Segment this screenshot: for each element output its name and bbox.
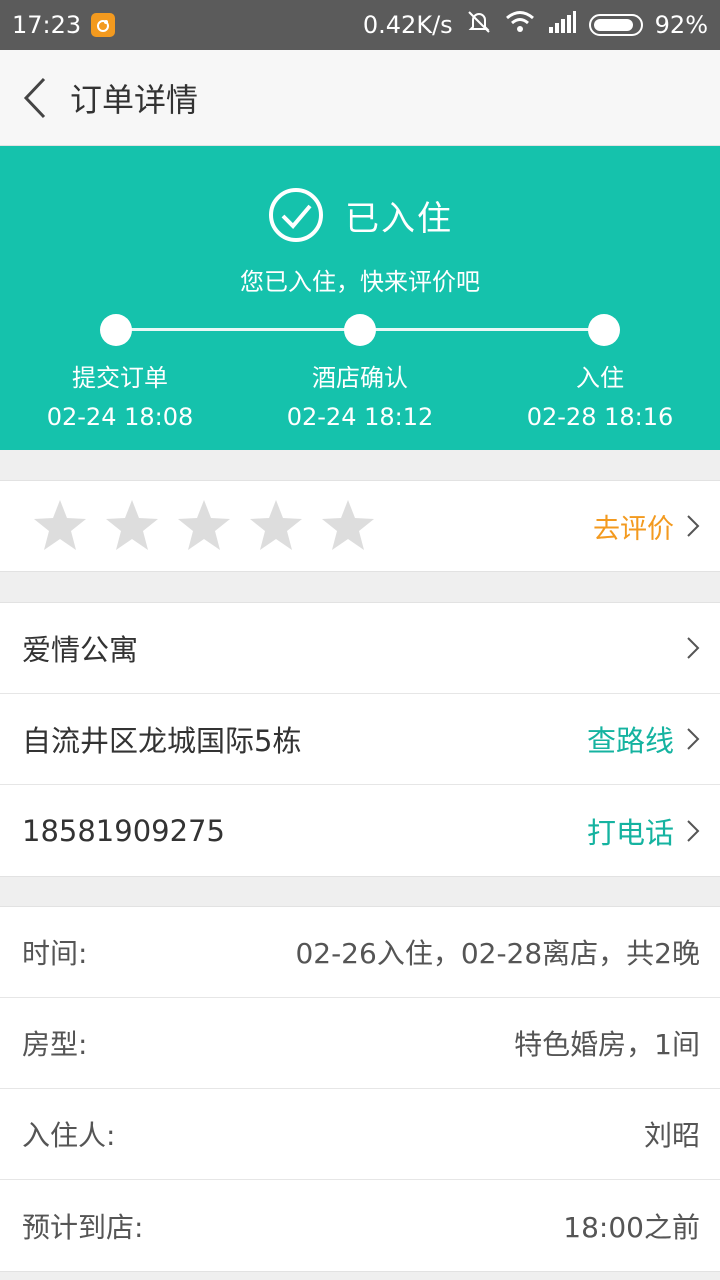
hotel-phone-row[interactable]: 18581909275 打电话 <box>0 785 720 876</box>
step-time: 02-28 18:16 <box>526 403 674 431</box>
status-title: 已入住 <box>345 198 453 239</box>
star-icon[interactable] <box>248 498 304 554</box>
hotel-address: 自流井区龙城国际5栋 <box>22 724 302 758</box>
detail-label: 房型: <box>22 1028 88 1061</box>
timeline-step-checkin: 入住 02-28 18:16 <box>480 358 720 431</box>
header: 订单详情 <box>0 50 720 146</box>
hotel-name: 爱情公寓 <box>22 633 139 667</box>
timeline-step-submit: 提交订单 02-24 18:08 <box>0 358 240 431</box>
page-title: 订单详情 <box>70 80 199 119</box>
battery-icon <box>588 14 643 36</box>
detail-value: 刘昭 <box>643 1119 700 1152</box>
call-link[interactable]: 打电话 <box>587 810 674 852</box>
detail-row-arrival: 预计到店: 18:00之前 <box>0 1180 720 1271</box>
timeline-dot <box>100 314 132 346</box>
step-label: 酒店确认 <box>312 364 408 392</box>
status-bar: 17:23 0.42K/s 92% <box>0 0 720 50</box>
network-speed: 0.42K/s <box>362 11 453 39</box>
step-label: 入住 <box>576 364 624 392</box>
chevron-right-icon <box>687 819 700 842</box>
detail-row-time: 时间: 02-26入住，02-28离店，共2晚 <box>0 907 720 998</box>
signal-icon <box>547 10 577 40</box>
chevron-right-icon <box>687 728 700 750</box>
detail-row-room-type: 房型: 特色婚房，1间 <box>0 998 720 1089</box>
timeline-dot <box>344 314 376 346</box>
chevron-right-icon <box>687 637 700 659</box>
battery-percent: 92% <box>654 11 708 39</box>
detail-row-guest: 入住人: 刘昭 <box>0 1089 720 1180</box>
star-icon[interactable] <box>32 498 88 554</box>
rating-row[interactable]: 去评价 <box>0 480 720 572</box>
uc-browser-icon <box>91 13 116 37</box>
status-time: 17:23 <box>12 11 82 39</box>
route-link[interactable]: 查路线 <box>587 718 674 760</box>
back-button[interactable] <box>0 50 70 146</box>
detail-label: 预计到店: <box>22 1210 144 1244</box>
wifi-icon <box>505 10 535 40</box>
hotel-address-row[interactable]: 自流井区龙城国际5栋 查路线 <box>0 694 720 785</box>
go-review-link[interactable]: 去评价 <box>593 507 700 546</box>
go-review-label: 去评价 <box>593 513 674 545</box>
timeline-dot <box>588 314 620 346</box>
star-icon[interactable] <box>320 498 376 554</box>
chevron-right-icon <box>687 515 700 537</box>
step-time: 02-24 18:12 <box>286 403 434 431</box>
check-circle-icon <box>269 188 323 242</box>
star-rating[interactable] <box>32 498 376 554</box>
hotel-info-list: 爱情公寓 自流井区龙城国际5栋 查路线 18581909275 打电话 <box>0 602 720 877</box>
detail-label: 时间: <box>22 937 88 970</box>
order-status-panel: 已入住 您已入住，快来评价吧 提交订单 02-24 18:08 酒店确认 02-… <box>0 146 720 450</box>
back-chevron-icon <box>23 77 46 118</box>
order-details-list: 时间: 02-26入住，02-28离店，共2晚 房型: 特色婚房，1间 入住人:… <box>0 906 720 1272</box>
detail-value: 02-26入住，02-28离店，共2晚 <box>295 937 700 970</box>
status-subtitle: 您已入住，快来评价吧 <box>240 268 480 296</box>
timeline-step-confirm: 酒店确认 02-24 18:12 <box>240 358 480 431</box>
detail-value: 特色婚房，1间 <box>514 1028 700 1061</box>
hotel-phone: 18581909275 <box>22 813 225 848</box>
silent-icon <box>465 9 493 41</box>
star-icon[interactable] <box>176 498 232 554</box>
star-icon[interactable] <box>104 498 160 554</box>
step-label: 提交订单 <box>72 364 168 392</box>
detail-label: 入住人: <box>22 1119 116 1152</box>
step-time: 02-24 18:08 <box>46 403 194 431</box>
hotel-name-row[interactable]: 爱情公寓 <box>0 603 720 694</box>
detail-value: 18:00之前 <box>563 1210 700 1244</box>
